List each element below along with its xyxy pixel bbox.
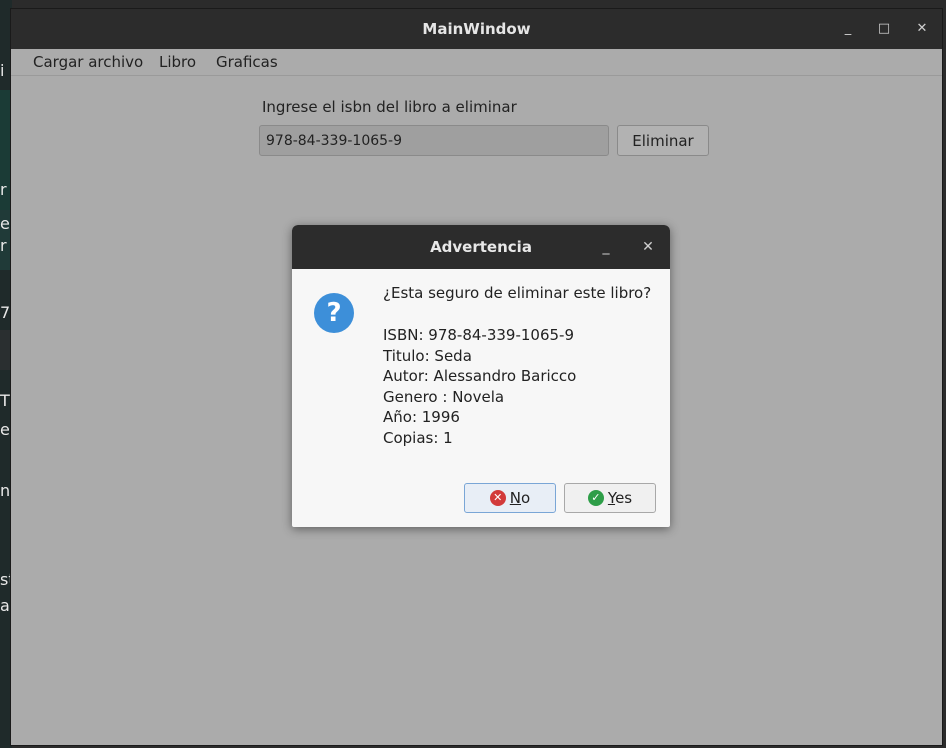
menu-bar: Cargar archivo Libro Graficas xyxy=(11,49,942,76)
menu-libro[interactable]: Libro xyxy=(159,49,196,75)
detail-titulo: Titulo: Seda xyxy=(383,346,472,365)
dialog-titlebar[interactable]: Advertencia _ ✕ xyxy=(292,225,670,269)
dialog-question: ¿Esta seguro de eliminar este libro? xyxy=(383,284,652,302)
window-title: MainWindow xyxy=(422,20,531,38)
detail-copias: Copias: 1 xyxy=(383,428,453,447)
x-circle-icon: ✕ xyxy=(489,490,506,506)
menu-cargar-archivo[interactable]: Cargar archivo xyxy=(33,49,143,75)
dialog-close-icon[interactable]: ✕ xyxy=(635,225,661,269)
menu-graficas[interactable]: Graficas xyxy=(216,49,278,75)
delete-button[interactable]: Eliminar xyxy=(617,125,709,156)
yes-button[interactable]: ✓ Yes xyxy=(564,483,656,513)
no-button-label: No xyxy=(509,489,531,507)
minimize-icon[interactable]: _ xyxy=(833,9,863,49)
detail-genero: Genero : Novela xyxy=(383,387,505,406)
yes-button-label: Yes xyxy=(607,489,633,507)
dialog-minimize-icon[interactable]: _ xyxy=(593,225,619,269)
close-icon[interactable]: ✕ xyxy=(907,9,937,49)
detail-autor: Autor: Alessandro Baricco xyxy=(383,367,577,385)
detail-anio: Año: 1996 xyxy=(383,408,460,426)
isbn-label: Ingrese el isbn del libro a eliminar xyxy=(262,98,517,116)
dialog-message: ¿Esta seguro de eliminar este libro? ISB… xyxy=(383,283,663,448)
detail-isbn: ISBN: 978-84-339-1065-9 xyxy=(383,326,574,344)
isbn-input[interactable] xyxy=(259,125,609,156)
confirm-dialog: Advertencia _ ✕ ? ¿Esta seguro de elimin… xyxy=(292,225,670,527)
main-window-titlebar[interactable]: MainWindow _ □ ✕ xyxy=(11,9,942,49)
no-button[interactable]: ✕ No xyxy=(464,483,556,513)
maximize-icon[interactable]: □ xyxy=(869,9,899,49)
check-circle-icon: ✓ xyxy=(587,490,604,506)
question-icon: ? xyxy=(314,293,354,333)
